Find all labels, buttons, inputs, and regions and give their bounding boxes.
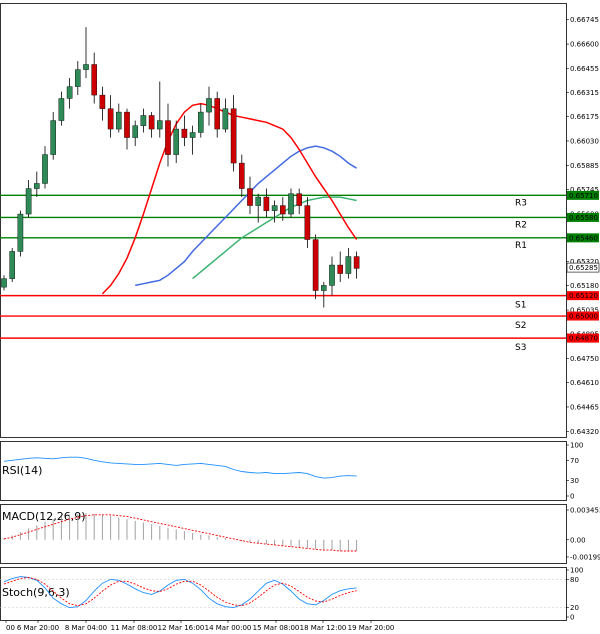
candle-body <box>132 125 139 138</box>
price-tick-label: 0.65885 <box>570 162 599 170</box>
time-tick-label: 19 Mar 20:00 <box>348 624 395 632</box>
rsi-tick-label: 70 <box>570 457 579 465</box>
rsi-tick-label: 100 <box>570 442 583 450</box>
candle-body <box>25 188 32 215</box>
candle-body <box>329 264 335 286</box>
price-tick-label: 0.64320 <box>570 428 599 436</box>
price-tick-label: 0.66315 <box>570 89 599 97</box>
candle-body <box>197 111 204 133</box>
candle-body <box>91 64 97 96</box>
price-tick-label: 0.66030 <box>570 137 599 145</box>
candle-body <box>17 213 24 252</box>
macd-tick-label: -0.001999 <box>570 554 600 562</box>
candle-body <box>296 193 303 206</box>
price-tick-label: 0.66600 <box>570 41 599 49</box>
candle-body <box>9 251 16 279</box>
candle-body <box>280 205 286 215</box>
candle-body <box>304 205 311 240</box>
time-tick-label: 15 Mar 08:00 <box>253 624 300 632</box>
price-tick-label: 0.66455 <box>570 65 599 73</box>
time-tick-label: 11 Mar 08:00 <box>111 624 158 632</box>
candle-body <box>107 108 114 130</box>
macd-title: MACD(12,26,9) <box>2 510 86 523</box>
time-tick-label: 14 Mar 00:00 <box>205 624 252 632</box>
candle-body <box>345 256 352 274</box>
candle-body <box>189 132 196 138</box>
candle-body <box>230 108 237 164</box>
time-tick-label: 18 Mar 12:00 <box>300 624 347 632</box>
level-tag-r1: 0.65460 <box>569 234 598 242</box>
level-tag-s2: 0.65000 <box>569 313 598 321</box>
candle-body <box>156 120 163 130</box>
stoch-title: Stoch(9,6,3) <box>2 586 70 599</box>
level-tag-r2: 0.65580 <box>569 214 598 222</box>
time-tick-label: 8 Mar 04:00 <box>65 624 107 632</box>
candle-body <box>58 98 65 121</box>
price-tick-label: 0.64465 <box>570 403 599 411</box>
rsi-tick-label: 0 <box>570 493 574 501</box>
macd-tick-label: 0.00 <box>570 536 586 544</box>
price-tick-label: 0.66175 <box>570 113 599 121</box>
level-tag-r3: 0.65710 <box>569 192 598 200</box>
candle-body <box>255 196 262 206</box>
candle-body <box>312 239 319 291</box>
time-tick-label: 00 <box>6 624 15 632</box>
candle-body <box>337 264 344 274</box>
candle-body <box>83 64 89 70</box>
candle-body <box>1 278 7 288</box>
candle-body <box>321 285 327 291</box>
forex-chart: 0.66745 0.66600 0.66455 0.66315 0.66175 0.660… <box>0 0 600 634</box>
time-tick-label: 6 Mar 20:00 <box>17 624 59 632</box>
candle-body <box>165 120 171 155</box>
candle-body <box>206 98 212 113</box>
stoch-tick-label: 100 <box>570 567 583 575</box>
candle-body <box>74 69 81 87</box>
rsi-tick-label: 30 <box>570 477 579 485</box>
time-tick-label: 12 Mar 16:00 <box>158 624 205 632</box>
candle-body <box>42 154 48 184</box>
current-price: 0.65285 <box>566 262 600 273</box>
level-tag-s3: 0.64870 <box>569 335 598 343</box>
candle-body <box>271 205 278 211</box>
price-tick-label: 0.66745 <box>570 16 599 24</box>
candle-body <box>140 115 147 126</box>
stoch-tick-label: 80 <box>570 576 579 584</box>
candle-body <box>263 196 270 211</box>
rsi-title: RSI(14) <box>2 464 42 477</box>
level-tag-s1: 0.65120 <box>569 292 598 300</box>
macd-tick-label: 0.003453 <box>570 507 600 515</box>
price-tick-label: 0.65180 <box>570 282 599 290</box>
level-label-r1: R1 <box>515 241 527 251</box>
candle-body <box>66 86 73 99</box>
candle-body <box>214 98 221 130</box>
candle-body <box>50 120 56 155</box>
candle-body <box>247 188 253 206</box>
candle-body <box>99 94 106 109</box>
level-label-r2: R2 <box>515 220 527 230</box>
price-tick-label: 0.64750 <box>570 355 599 363</box>
candle-body <box>238 162 245 189</box>
level-label-s3: S3 <box>515 343 526 353</box>
current-price-label: 0.65285 <box>569 264 598 272</box>
candle-body <box>124 111 130 138</box>
level-label-s1: S1 <box>515 301 526 311</box>
price-tick-label: 0.64610 <box>570 379 599 387</box>
stoch-tick-label: 20 <box>570 604 579 612</box>
candle-body <box>115 111 122 130</box>
stoch-tick-label: 0 <box>570 614 574 622</box>
candle-body <box>222 108 229 130</box>
candle-body <box>34 183 40 189</box>
level-label-r3: R3 <box>515 198 527 208</box>
level-label-s2: S2 <box>515 321 526 331</box>
candle-body <box>288 193 294 215</box>
candle-body <box>181 128 188 138</box>
candle-body <box>148 115 155 130</box>
candle-body <box>173 128 180 155</box>
candle-body <box>353 256 360 269</box>
